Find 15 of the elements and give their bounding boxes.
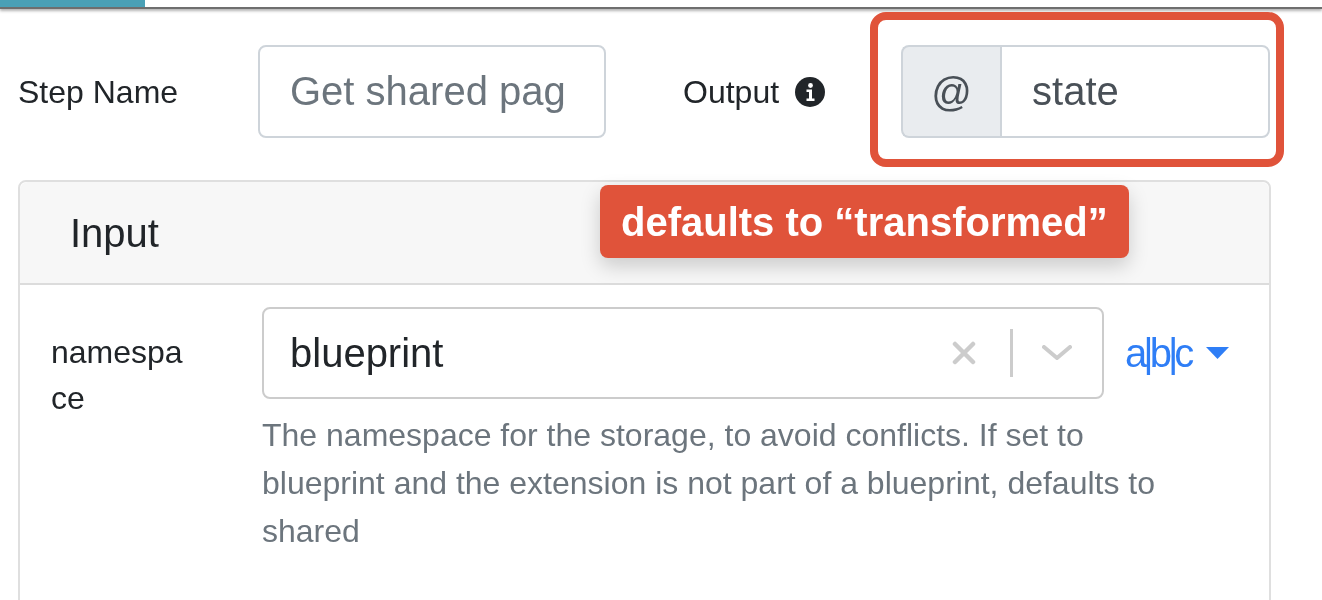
at-prefix-addon: @	[901, 45, 1001, 138]
output-field[interactable]: state	[1000, 45, 1271, 138]
step-name-label: Step Name	[18, 72, 180, 112]
step-name-field[interactable]: Get shared pag	[258, 45, 606, 138]
chevron-down-icon[interactable]	[1042, 345, 1072, 361]
type-toggle-button[interactable]: a|b|c	[1125, 329, 1230, 377]
callout-label: defaults to “transformed”	[600, 185, 1129, 258]
card-title: Input	[70, 209, 159, 257]
caret-down-icon	[1206, 347, 1230, 359]
info-icon	[795, 76, 826, 107]
output-label: Output	[683, 72, 780, 112]
field-label: namespace	[51, 333, 184, 418]
help-text: The namespace for the storage, to avoid conflicts. If set to blueprint and the extension is not part of a blueprint, defaults to shared	[262, 416, 1157, 551]
clear-icon[interactable]	[952, 341, 976, 365]
namespace-select[interactable]: blueprint	[262, 307, 1104, 399]
